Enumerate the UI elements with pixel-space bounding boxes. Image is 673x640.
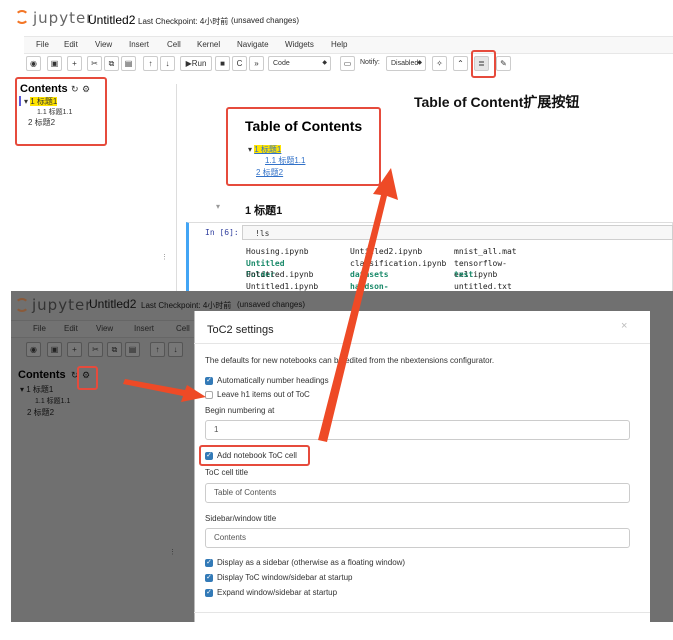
annotation-arrows <box>123 168 398 442</box>
composite-screenshot: jupyter Untitled2 Last Checkpoint: 4小时前 … <box>0 0 673 640</box>
arrow-to-toc-cell <box>318 168 398 442</box>
arrow-to-gear <box>123 379 206 402</box>
